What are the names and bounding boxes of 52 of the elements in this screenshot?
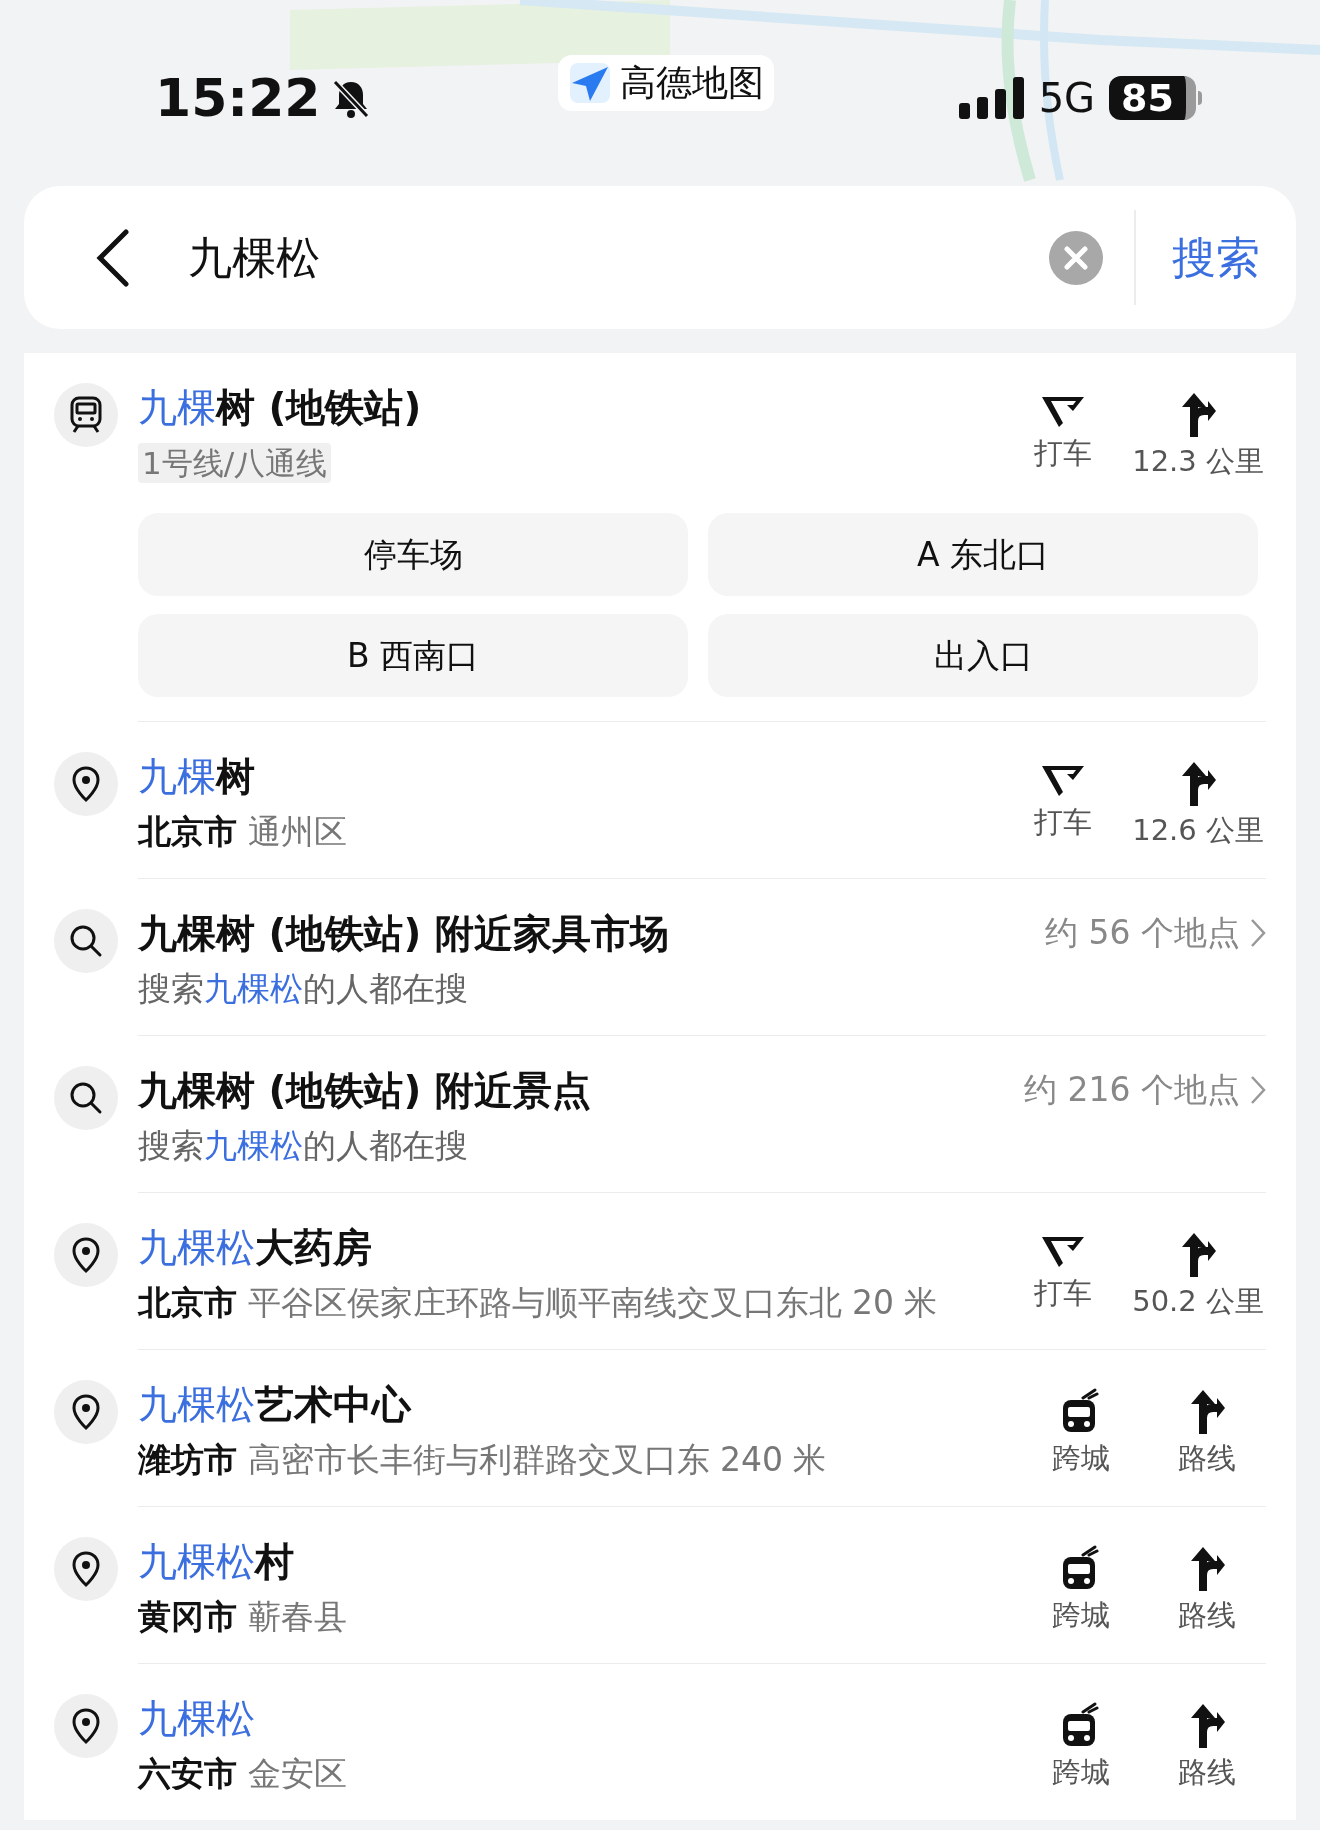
search-bar[interactable]: 九棵松 搜索 bbox=[24, 186, 1296, 329]
location-pin-icon bbox=[71, 1707, 101, 1745]
paper-plane-icon bbox=[567, 61, 612, 105]
entrance-chip[interactable]: B 西南口 bbox=[138, 614, 688, 697]
place-count: 约 56 个地点 bbox=[1045, 913, 1240, 953]
route-button[interactable]: 路线 bbox=[1148, 1702, 1266, 1794]
taxi-button[interactable]: 打车 bbox=[1004, 1231, 1123, 1323]
location-pin-icon bbox=[71, 1236, 101, 1274]
location-pin-icon bbox=[71, 1393, 101, 1431]
entrance-chip[interactable]: A 东北口 bbox=[708, 513, 1258, 596]
entrance-chip[interactable]: 停车场 bbox=[138, 513, 688, 596]
result-subtitle: 搜索九棵松的人都在搜 bbox=[138, 1126, 469, 1166]
result-title[interactable]: 九棵松 bbox=[138, 1696, 347, 1742]
entrance-chip[interactable]: 出入口 bbox=[708, 614, 1258, 697]
taxi-button[interactable]: 打车 bbox=[1004, 391, 1123, 483]
route-button[interactable]: 50.2 公里 bbox=[1130, 1231, 1266, 1323]
route-button[interactable]: 路线 bbox=[1148, 1388, 1266, 1480]
intercity-button[interactable]: 跨城 bbox=[1022, 1545, 1140, 1637]
location-pin-icon bbox=[71, 1550, 101, 1588]
result-address: 潍坊市 高密市长丰街与利群路交叉口东 240 米 bbox=[138, 1440, 827, 1480]
result-address: 黄冈市 蕲春县 bbox=[138, 1597, 347, 1637]
result-title[interactable]: 九棵松村 bbox=[138, 1539, 347, 1585]
search-icon bbox=[68, 923, 104, 959]
intercity-button[interactable]: 跨城 bbox=[1022, 1388, 1140, 1480]
route-button[interactable]: 12.3 公里 bbox=[1130, 391, 1266, 483]
result-title[interactable]: 九棵树 bbox=[138, 754, 347, 800]
result-subtitle: 搜索九棵松的人都在搜 bbox=[138, 969, 469, 1009]
result-address: 北京市 通州区 bbox=[138, 812, 347, 852]
app-badge: 高德地图 bbox=[557, 55, 774, 111]
result-title[interactable]: 九棵树 (地铁站) 附近景点 bbox=[138, 1068, 591, 1114]
result-title[interactable]: 九棵树 (地铁站) bbox=[138, 385, 422, 431]
search-icon bbox=[68, 1080, 104, 1116]
chevron-right-icon bbox=[1250, 918, 1266, 948]
route-button[interactable]: 路线 bbox=[1148, 1545, 1266, 1637]
back-icon[interactable] bbox=[94, 227, 130, 288]
network-type: 5G bbox=[1038, 78, 1096, 118]
result-address: 六安市 金安区 bbox=[138, 1754, 347, 1794]
location-pin-icon bbox=[71, 765, 101, 803]
route-button[interactable]: 12.6 公里 bbox=[1130, 760, 1266, 852]
place-count: 约 216 个地点 bbox=[1024, 1070, 1240, 1110]
intercity-button[interactable]: 跨城 bbox=[1022, 1702, 1140, 1794]
chevron-right-icon bbox=[1250, 1075, 1266, 1105]
search-button[interactable]: 搜索 bbox=[1136, 224, 1296, 291]
subway-icon bbox=[68, 396, 104, 434]
result-address: 北京市 平谷区侯家庄环路与顺平南线交叉口东北 20 米 bbox=[138, 1283, 938, 1323]
line-tag: 1号线/八通线 bbox=[138, 443, 332, 483]
signal-icon bbox=[958, 75, 1025, 121]
result-title[interactable]: 九棵树 (地铁站) 附近家具市场 bbox=[138, 911, 669, 957]
result-title[interactable]: 九棵松艺术中心 bbox=[138, 1382, 827, 1428]
status-time: 15:22 bbox=[155, 72, 321, 124]
result-title[interactable]: 九棵松大药房 bbox=[138, 1225, 938, 1271]
taxi-button[interactable]: 打车 bbox=[1004, 760, 1123, 852]
